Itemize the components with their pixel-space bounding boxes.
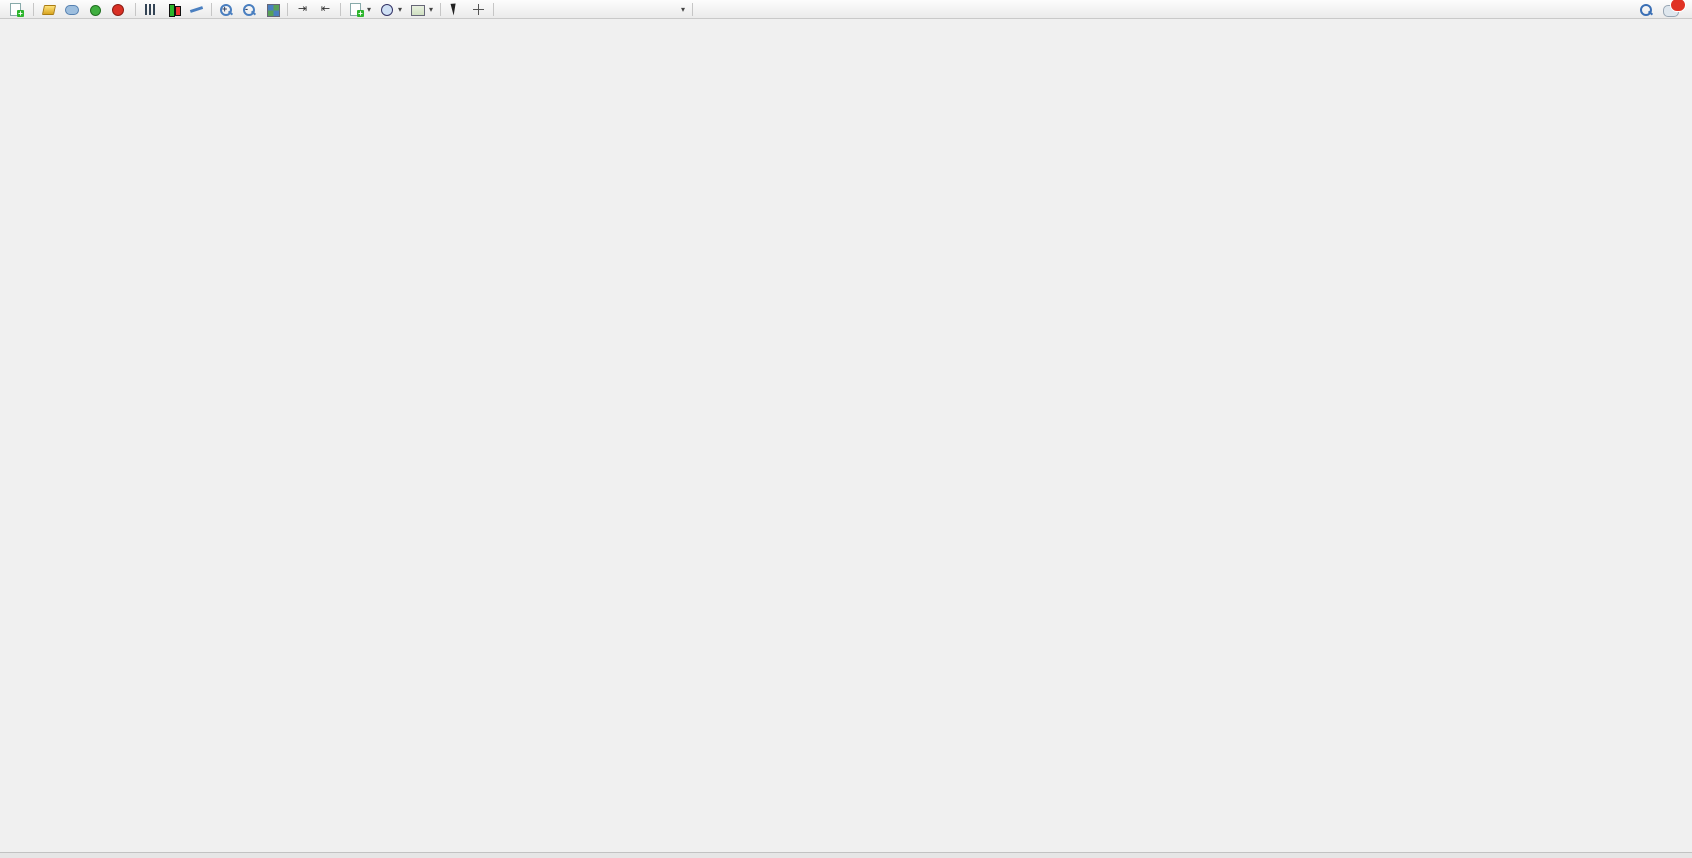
crosshair-tool-button[interactable] [467,1,490,18]
notifications-button[interactable] [1663,3,1680,16]
toolbar-separator [287,3,288,16]
autotrade-button[interactable] [106,1,132,18]
notification-badge [1670,0,1686,12]
toolbar-separator [493,3,494,16]
quotes-icon [41,3,56,16]
new-order-icon: + [8,3,23,16]
vline-tool-button[interactable] [497,1,520,18]
cursor-tool-button[interactable] [444,1,467,18]
bar-chart-icon [143,3,158,16]
signal-icon [87,3,102,16]
periods-button[interactable]: ▾ [375,1,406,18]
chart-canvas[interactable] [0,0,1692,858]
tile-windows-icon [265,3,280,16]
toolbar-separator [340,3,341,16]
zoom-in-button[interactable]: + [215,1,238,18]
chart-shift-button[interactable]: ⇥ [291,1,314,18]
auto-scroll-button[interactable]: ⇤ [314,1,337,18]
new-chart-icon: + [348,3,363,16]
candle-chart-icon [166,3,181,16]
signal-button[interactable] [83,1,106,18]
toolbar-separator [440,3,441,16]
chevron-down-icon: ▾ [367,5,371,14]
candle-chart-button[interactable] [162,1,185,18]
clock-icon [379,3,394,16]
toolbar-right-group [1639,3,1688,16]
line-chart-icon [189,3,204,16]
quotes-button[interactable] [37,1,60,18]
trendline-tool-button[interactable] [543,1,566,18]
toolbar-separator [211,3,212,16]
window-bottom-strip [0,852,1692,858]
line-chart-button[interactable] [185,1,208,18]
text-tool-button[interactable] [612,1,635,18]
zoom-out-button[interactable]: - [238,1,261,18]
autotrade-icon [110,3,125,16]
template-icon [410,3,425,16]
chevron-down-icon: ▾ [681,5,685,14]
community-button[interactable] [60,1,83,18]
toolbar-separator [33,3,34,16]
search-icon[interactable] [1639,3,1655,16]
chart-shift-icon: ⇥ [295,3,310,16]
toolbar-separator [135,3,136,16]
application-window: + + - ⇥ ⇤ +▾ ▾ ▾ [0,0,1692,858]
crosshair-icon [471,3,486,16]
chevron-down-icon: ▾ [429,5,433,14]
bar-chart-button[interactable] [139,1,162,18]
new-order-button[interactable]: + [4,1,30,18]
templates-button[interactable]: ▾ [406,1,437,18]
hline-tool-button[interactable] [520,1,543,18]
main-toolbar: + + - ⇥ ⇤ +▾ ▾ ▾ [0,0,1692,19]
fibonacci-tool-button[interactable] [589,1,612,18]
cursor-icon [448,3,463,16]
toolbar-separator [692,3,693,16]
arrows-tool-button[interactable]: ▾ [658,1,689,18]
zoom-out-icon: - [242,3,257,16]
auto-scroll-icon: ⇤ [318,3,333,16]
zoom-in-icon: + [219,3,234,16]
label-tool-button[interactable] [635,1,658,18]
tile-windows-button[interactable] [261,1,284,18]
chevron-down-icon: ▾ [398,5,402,14]
channel-tool-button[interactable] [566,1,589,18]
community-icon [64,3,79,16]
new-chart-button[interactable]: +▾ [344,1,375,18]
